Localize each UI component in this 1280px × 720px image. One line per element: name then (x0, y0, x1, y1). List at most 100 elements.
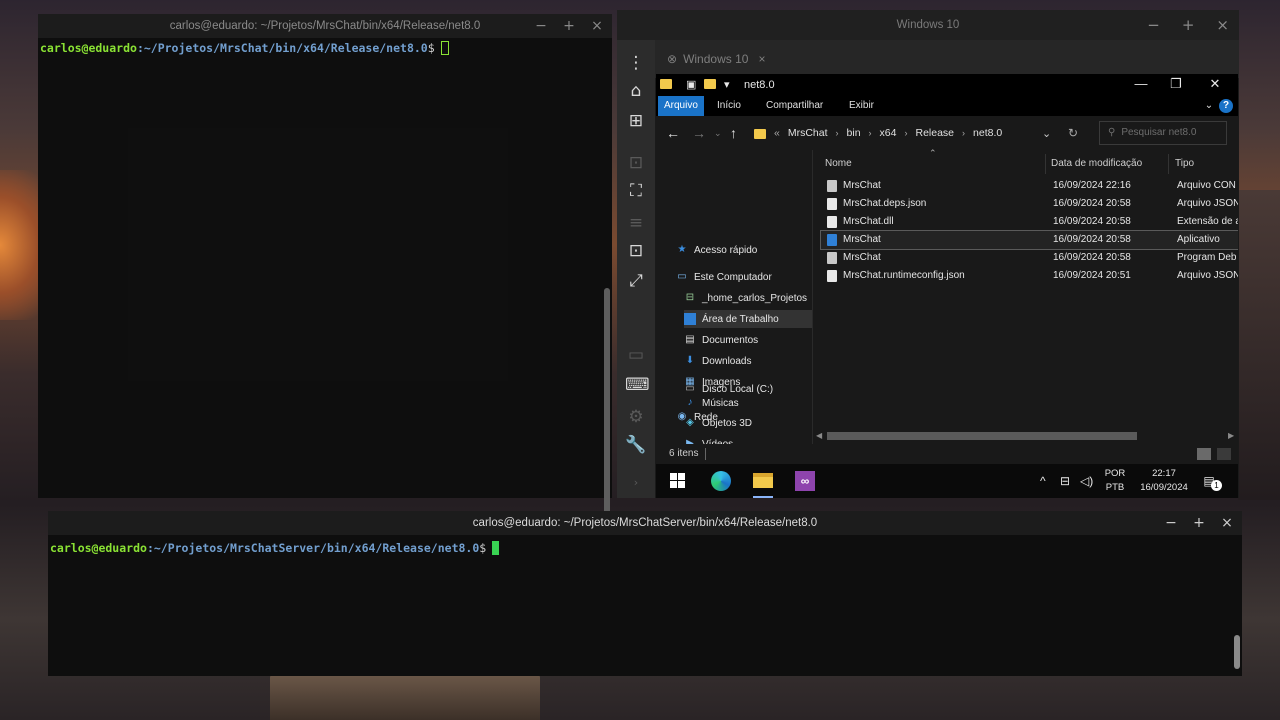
keyboard-icon[interactable]: ⌨ (625, 374, 650, 396)
nav-documentos[interactable]: ▤ Documentos (684, 331, 758, 349)
close-button[interactable]: ✕ (1205, 74, 1225, 96)
wrench-icon[interactable]: 🔧 (625, 434, 647, 456)
display-icon[interactable]: ▭ (625, 344, 647, 366)
tab-inicio[interactable]: Início (711, 96, 747, 116)
column-header-type[interactable]: Tipo (1175, 156, 1194, 172)
maximize-button[interactable]: + (1182, 10, 1195, 40)
minimize-button[interactable]: − (1164, 511, 1178, 535)
file-row[interactable]: MrsChat 16/09/2024 22:16 Arquivo CON (821, 177, 1238, 195)
terminal-scrollbar[interactable] (1234, 635, 1240, 669)
tray-chevron-up-icon[interactable]: ^ (1040, 464, 1046, 498)
terminal-window-client[interactable]: carlos@eduardo: ~/Projetos/MrsChat/bin/x… (38, 14, 612, 514)
edge-browser-icon[interactable] (708, 468, 734, 494)
breadcrumb-release[interactable]: Release (915, 127, 954, 139)
address-bar[interactable]: « MrsChat › bin › x64 › Release › net8.0… (750, 121, 1090, 145)
file-explorer-icon[interactable] (750, 468, 776, 498)
list-icon[interactable]: ≡ (625, 212, 647, 234)
network-tray-icon[interactable]: ⊟ (1060, 464, 1070, 498)
scrollbar-thumb[interactable] (827, 432, 1137, 440)
forward-arrow-icon[interactable]: → (692, 124, 706, 142)
help-icon[interactable]: ? (1219, 99, 1233, 113)
close-button[interactable]: × (1220, 511, 1234, 535)
maximize-button[interactable]: + (1192, 511, 1206, 535)
address-dropdown-icon[interactable]: ⌄ (1042, 127, 1051, 140)
clock[interactable]: 22:17 16/09/2024 (1136, 464, 1192, 498)
column-header-date[interactable]: Data de modificação (1051, 156, 1142, 172)
screenshot-icon[interactable]: ⊡ (625, 240, 647, 262)
wallpaper-rock-bottom (270, 672, 540, 720)
add-vm-icon[interactable]: ⊞ (625, 110, 647, 132)
tab-windows-10[interactable]: ⊗ Windows 10 × (667, 48, 765, 70)
properties-icon[interactable]: ▣ (686, 78, 696, 92)
up-arrow-icon[interactable]: ↑ (730, 124, 737, 142)
scroll-right-icon[interactable]: ▶ (1228, 430, 1234, 442)
column-divider[interactable] (1168, 154, 1169, 174)
tab-compartilhar[interactable]: Compartilhar (760, 96, 829, 116)
nav-disco-local[interactable]: ▭ Disco Local (C:) (684, 380, 773, 398)
details-view-icon[interactable] (1197, 448, 1211, 460)
breadcrumb-mrschat[interactable]: MrsChat (788, 127, 828, 139)
column-divider[interactable] (1045, 154, 1046, 174)
terminal-titlebar[interactable]: carlos@eduardo: ~/Projetos/MrsChatServer… (48, 511, 1242, 535)
home-icon[interactable]: ⌂ (625, 80, 647, 102)
terminal-scrollbar[interactable] (604, 288, 610, 514)
close-button[interactable]: × (590, 14, 604, 38)
breadcrumb-x64[interactable]: x64 (880, 127, 897, 139)
resize-icon[interactable]: ⤢ (625, 270, 647, 292)
restore-button[interactable]: ❐ (1166, 74, 1186, 96)
breadcrumb-prefix[interactable]: « (774, 127, 780, 139)
file-explorer-window[interactable]: ▣ ▾ net8.0 — ❐ ✕ Arquivo Início Comparti… (656, 74, 1238, 498)
chevron-down-icon[interactable]: ⌄ (1202, 99, 1216, 113)
tab-arquivo[interactable]: Arquivo (658, 96, 704, 116)
column-header-name[interactable]: Nome (825, 156, 852, 172)
horizontal-scrollbar[interactable]: ◀ ▶ (813, 430, 1238, 442)
explorer-titlebar[interactable]: ▣ ▾ net8.0 — ❐ ✕ (656, 74, 1238, 96)
notification-center-icon[interactable]: ▤ 1 (1200, 464, 1222, 498)
tab-close-icon[interactable]: × (758, 52, 765, 66)
terminal-titlebar[interactable]: carlos@eduardo: ~/Projetos/MrsChat/bin/x… (38, 14, 612, 38)
visual-studio-icon[interactable]: ∞ (792, 468, 818, 494)
scrollbar-thumb[interactable] (604, 288, 610, 514)
minimize-button[interactable]: — (1131, 74, 1151, 96)
fullscreen-icon[interactable]: ⛶ (625, 180, 647, 202)
nav-this-pc[interactable]: ▭ Este Computador (676, 268, 772, 286)
nav-quick-access[interactable]: ★ Acesso rápido (676, 241, 758, 259)
tab-exibir[interactable]: Exibir (843, 96, 880, 116)
volume-tray-icon[interactable]: ◁) (1080, 464, 1093, 498)
scrollbar-thumb[interactable] (1234, 635, 1240, 669)
nav-downloads[interactable]: ⬇ Downloads (684, 352, 752, 370)
scroll-left-icon[interactable]: ◀ (816, 430, 822, 442)
new-folder-icon[interactable] (704, 78, 716, 92)
file-row[interactable]: MrsChat 16/09/2024 20:58 Aplicativo (820, 230, 1238, 250)
minimize-button[interactable]: − (1147, 10, 1160, 40)
language-indicator[interactable]: POR PTB (1102, 464, 1128, 498)
back-arrow-icon[interactable]: ← (666, 124, 680, 142)
nav-home-carlos-projetos[interactable]: ⊟ _home_carlos_Projetos (684, 289, 807, 307)
file-row[interactable]: MrsChat.runtimeconfig.json 16/09/2024 20… (821, 267, 1238, 285)
nav-rede[interactable]: ◉ Rede (676, 408, 718, 426)
breadcrumb-bin[interactable]: bin (847, 127, 861, 139)
chevron-right-icon[interactable]: › (625, 472, 647, 494)
snapshot-icon[interactable]: ⊡ (625, 152, 647, 174)
file-row[interactable]: MrsChat 16/09/2024 20:58 Program Deb (821, 249, 1238, 267)
search-input[interactable]: ⚲ Pesquisar net8.0 (1099, 121, 1227, 145)
nav-area-de-trabalho[interactable]: Área de Trabalho (684, 310, 812, 328)
breadcrumb-net8[interactable]: net8.0 (973, 127, 1002, 139)
tiles-view-icon[interactable] (1217, 448, 1231, 460)
terminal-window-server[interactable]: carlos@eduardo: ~/Projetos/MrsChatServer… (48, 511, 1242, 676)
settings-icon[interactable]: ⚙ (625, 406, 647, 428)
quick-access-dropdown-icon[interactable]: ▾ (724, 78, 730, 92)
vm-tab-label: Windows 10 (683, 52, 749, 66)
close-button[interactable]: × (1216, 10, 1229, 40)
terminal-output[interactable]: carlos@eduardo:~/Projetos/MrsChatServer/… (48, 535, 1242, 676)
refresh-icon[interactable]: ↻ (1068, 126, 1078, 140)
file-row[interactable]: MrsChat.dll 16/09/2024 20:58 Extensão de… (821, 213, 1238, 231)
vm-titlebar[interactable]: Windows 10 − + × (617, 10, 1239, 40)
maximize-button[interactable]: + (562, 14, 576, 38)
terminal-output[interactable]: carlos@eduardo:~/Projetos/MrsChat/bin/x6… (38, 38, 612, 514)
minimize-button[interactable]: − (534, 14, 548, 38)
file-row[interactable]: MrsChat.deps.json 16/09/2024 20:58 Arqui… (821, 195, 1238, 213)
recent-dropdown-icon[interactable]: ⌄ (714, 124, 722, 142)
menu-icon[interactable]: ⋮ (625, 52, 647, 74)
start-button-icon[interactable] (664, 468, 690, 494)
